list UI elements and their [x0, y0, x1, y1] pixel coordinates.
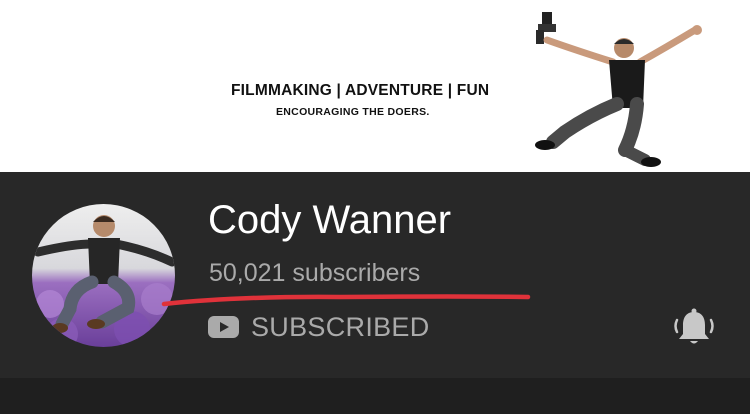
- subscribed-button[interactable]: SUBSCRIBED: [208, 308, 430, 346]
- avatar-image: [32, 204, 175, 347]
- banner-tagline: FILMMAKING | ADVENTURE | FUN: [231, 82, 490, 99]
- channel-name: Cody Wanner: [208, 198, 452, 242]
- subscribed-label: SUBSCRIBED: [251, 311, 430, 342]
- subscriber-count: 50,021 subscribers: [209, 259, 421, 287]
- youtube-play-icon: [208, 316, 239, 338]
- bell-icon[interactable]: [671, 306, 717, 350]
- channel-avatar[interactable]: [32, 204, 175, 347]
- channel-banner: FILMMAKING | ADVENTURE | FUN ENCOURAGING…: [0, 0, 750, 172]
- banner-jumping-man-image: [535, 12, 702, 167]
- banner-subtitle: ENCOURAGING THE DOERS.: [276, 106, 430, 118]
- tab-strip: [0, 378, 750, 414]
